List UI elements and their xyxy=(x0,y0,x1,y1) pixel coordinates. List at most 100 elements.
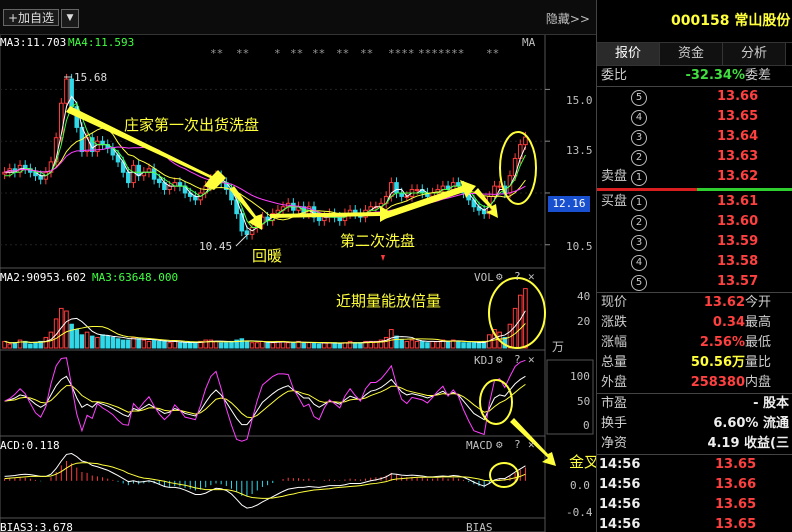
candle-body xyxy=(151,168,157,180)
stat-label: 涨幅 xyxy=(601,335,628,350)
tick-row: 14:56 13.65 xyxy=(597,455,792,475)
stock-code-name: 000158 常山股份 xyxy=(597,0,792,43)
current-price-marker: 12.16 xyxy=(548,196,590,212)
stat-value: 13.62 xyxy=(703,295,745,310)
ma-panel-tag: MA xyxy=(522,36,536,49)
tick-row: 14:56 13.66 xyxy=(597,475,792,495)
ma3-legend: MA3:11.703 xyxy=(0,36,67,49)
tick-price: 13.66 xyxy=(715,477,757,492)
buy-price: 13.59 xyxy=(717,234,759,249)
tab-quote[interactable]: 报价 xyxy=(597,43,660,65)
stat-label: 净资 xyxy=(601,436,628,451)
stat-row: 现价 13.62 今开 xyxy=(597,293,792,313)
volume-bar xyxy=(409,339,415,349)
candle-body xyxy=(177,182,183,187)
stat-row: 涨幅 2.56% 最低 xyxy=(597,333,792,353)
volume-bar xyxy=(187,342,193,349)
sell-level-row[interactable]: 5 13.66 xyxy=(597,87,792,107)
volume-bar xyxy=(64,310,69,349)
gear-icon[interactable]: ⚙ xyxy=(496,270,503,283)
highlight-ellipse xyxy=(479,379,513,425)
volume-bar xyxy=(43,336,49,349)
stat-value: 50.56万 xyxy=(690,355,745,370)
volume-bar xyxy=(394,335,399,349)
volume-bar xyxy=(74,329,80,349)
level-number: 5 xyxy=(631,275,647,291)
price-axis-tick: 13.5 xyxy=(566,144,593,157)
add-to-watchlist-button[interactable]: +加自选 xyxy=(3,9,59,26)
annotation-volume-up: 近期量能放倍量 xyxy=(336,292,442,310)
volume-bar xyxy=(435,340,441,349)
stat-row: 净资 4.19 收益(三 xyxy=(597,434,792,454)
hide-panel-button[interactable]: 隐藏>> xyxy=(546,10,590,27)
level-number: 3 xyxy=(631,235,647,251)
candle-body xyxy=(399,192,404,197)
volume-bar xyxy=(414,340,420,349)
gear-icon[interactable]: ⚙ xyxy=(496,438,503,451)
candle-body xyxy=(337,216,343,222)
ticks-block: 14:56 13.65 14:56 13.66 14:56 13.65 14:56 13.65 xyxy=(597,455,792,532)
volume-bar xyxy=(358,342,363,349)
candle-body xyxy=(193,195,198,201)
close-icon[interactable]: ✕ xyxy=(528,438,535,451)
volume-bar xyxy=(316,343,322,349)
watchlist-dropdown-icon[interactable]: ▼ xyxy=(61,9,79,28)
buy-level-row[interactable]: 4 13.58 xyxy=(597,252,792,272)
volume-bar xyxy=(456,340,461,349)
sell-level-row[interactable]: 4 13.65 xyxy=(597,107,792,127)
star-marker: ** xyxy=(336,47,350,60)
gear-icon[interactable]: ⚙ xyxy=(496,353,503,366)
sell-price: 13.66 xyxy=(717,89,759,104)
sell-level-row[interactable]: 2 13.63 xyxy=(597,147,792,167)
candle-body xyxy=(156,178,162,184)
volume-bar xyxy=(28,343,33,349)
tick-row: 14:56 13.65 xyxy=(597,515,792,532)
sell-level-row[interactable]: 3 13.64 xyxy=(597,127,792,147)
volume-bar xyxy=(229,340,234,349)
buy-price: 13.58 xyxy=(717,254,759,269)
buy-level-row[interactable]: 买盘 1 13.61 xyxy=(597,192,792,212)
kdj-axis-tick: 0 xyxy=(583,419,590,432)
volume-bar xyxy=(167,342,172,349)
help-icon[interactable]: ? xyxy=(514,438,521,451)
volume-bar xyxy=(399,339,404,349)
close-icon[interactable]: ✕ xyxy=(528,353,535,366)
buy-level-row[interactable]: 5 13.57 xyxy=(597,272,792,292)
help-icon[interactable]: ? xyxy=(514,270,521,283)
close-icon[interactable]: ✕ xyxy=(528,270,535,283)
level-number: 1 xyxy=(631,170,647,186)
tick-price: 13.65 xyxy=(715,497,757,512)
level-number: 1 xyxy=(631,195,647,211)
buy-price: 13.57 xyxy=(717,274,759,289)
candle-body xyxy=(394,182,399,194)
volume-bar xyxy=(136,338,141,349)
volume-bar xyxy=(327,342,332,349)
high-price-tag: 15.68 xyxy=(74,71,108,84)
volume-bar xyxy=(151,339,157,349)
weibi-value: -32.34% xyxy=(685,68,745,83)
star-marker: ** xyxy=(486,47,500,60)
sell-level-row[interactable]: 卖盘 1 13.62 xyxy=(597,167,792,187)
weibi-label: 委比 xyxy=(601,68,628,83)
star-marker: ** xyxy=(360,47,374,60)
vol-axis-tick: 40 xyxy=(577,290,591,303)
volume-bar xyxy=(311,342,317,349)
tab-funds[interactable]: 资金 xyxy=(660,43,723,65)
tab-analysis[interactable]: 分析 xyxy=(723,43,786,65)
annotation-golden-cross: 金叉 xyxy=(569,453,600,471)
star-marker: ** xyxy=(210,47,224,60)
stat-row: 外盘 258380 内盘 xyxy=(597,373,792,393)
annotation-rebound: 回暖 xyxy=(252,247,283,265)
kdj-line-d xyxy=(4,383,526,419)
stat-label: 外盘 xyxy=(601,375,628,390)
volume-bar xyxy=(12,342,18,349)
candle-body xyxy=(321,216,327,222)
sell-price: 13.64 xyxy=(717,129,759,144)
buy-level-row[interactable]: 3 13.59 xyxy=(597,232,792,252)
help-icon[interactable]: ? xyxy=(514,353,521,366)
volume-bar xyxy=(471,342,477,349)
buy-level-row[interactable]: 2 13.60 xyxy=(597,212,792,232)
chart-area[interactable]: +加自选 ▼ 隐藏>> MA3:11.703 MA4:11.593 MA ** *… xyxy=(0,0,600,532)
stat-value: - 股本 xyxy=(753,396,789,411)
level-number: 2 xyxy=(631,150,647,166)
